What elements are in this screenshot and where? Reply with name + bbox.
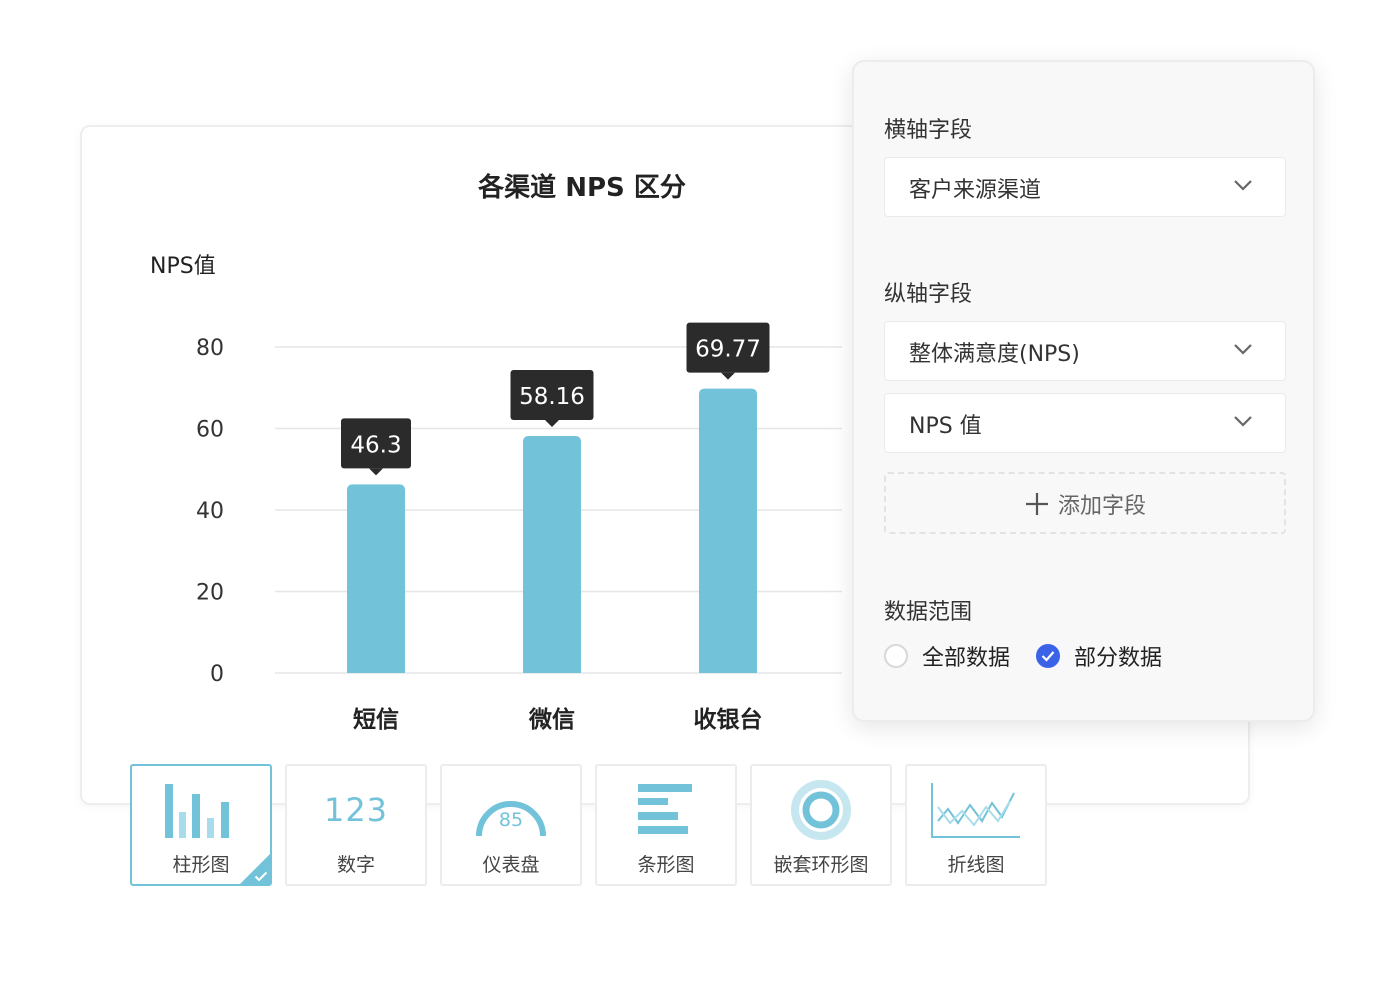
x-tick-label: 收银台 bbox=[694, 706, 763, 733]
check-icon bbox=[254, 871, 268, 882]
number-icon: 123 bbox=[323, 791, 389, 829]
radio-all-data-label: 全部数据 bbox=[922, 646, 1011, 671]
radio-partial-data[interactable]: 部分数据 bbox=[1036, 640, 1162, 672]
plus-icon bbox=[1025, 493, 1048, 515]
x-tick-label: 短信 bbox=[353, 706, 399, 733]
chart-type-label: 数字 bbox=[336, 854, 375, 876]
bar bbox=[699, 388, 757, 673]
chart-type-label: 条形图 bbox=[637, 854, 695, 876]
nested-ring-icon bbox=[791, 780, 851, 840]
check-icon bbox=[1041, 651, 1055, 662]
gauge-icon: 85 bbox=[476, 801, 546, 837]
chevron-down-icon bbox=[1234, 180, 1252, 191]
add-field-label: 添加字段 bbox=[1057, 494, 1146, 519]
chart-type-label: 折线图 bbox=[947, 854, 1005, 876]
x-tick-label: 微信 bbox=[528, 706, 575, 733]
value-label-pointer bbox=[721, 372, 735, 380]
y-field-select-1[interactable]: 整体满意度(NPS) bbox=[884, 321, 1286, 381]
data-range-radio-group: 全部数据 部分数据 bbox=[884, 640, 1188, 672]
bar bbox=[347, 484, 405, 673]
radio-circle-checked bbox=[1036, 644, 1061, 668]
chart-type-label: 嵌套环形图 bbox=[773, 854, 869, 876]
chart-type-gauge[interactable]: 85 仪表盘 bbox=[440, 764, 582, 886]
y-field-value-2: NPS 值 bbox=[909, 414, 982, 439]
radio-circle bbox=[884, 644, 908, 668]
bar bbox=[523, 435, 581, 673]
radio-partial-data-label: 部分数据 bbox=[1074, 646, 1163, 671]
data-range-label: 数据范围 bbox=[884, 600, 973, 625]
chart-type-bar[interactable]: 柱形图 bbox=[130, 764, 272, 886]
value-label-pointer bbox=[369, 468, 383, 476]
radio-all-data[interactable]: 全部数据 bbox=[884, 640, 1010, 672]
y-tick-label: 0 bbox=[210, 662, 224, 687]
y-axis-label: NPS值 bbox=[150, 254, 216, 279]
chart-type-number[interactable]: 123 数字 bbox=[285, 764, 427, 886]
y-tick-label: 60 bbox=[196, 418, 224, 443]
y-tick-label: 20 bbox=[196, 581, 224, 606]
value-label: 58.16 bbox=[519, 384, 585, 410]
y-field-value-1: 整体满意度(NPS) bbox=[909, 342, 1080, 367]
y-tick-label: 40 bbox=[196, 499, 224, 524]
chevron-down-icon bbox=[1234, 344, 1252, 355]
x-field-select[interactable]: 客户来源渠道 bbox=[884, 157, 1286, 217]
chart-type-horizontal-bar[interactable]: 条形图 bbox=[595, 764, 737, 886]
field-settings-panel: 横轴字段 客户来源渠道 纵轴字段 整体满意度(NPS) NPS 值 添加字段 数… bbox=[852, 60, 1315, 722]
chart-type-nested-ring[interactable]: 嵌套环形图 bbox=[750, 764, 892, 886]
line-chart-icon bbox=[931, 783, 1020, 838]
value-label: 69.77 bbox=[695, 337, 761, 363]
x-field-value: 客户来源渠道 bbox=[909, 178, 1042, 203]
value-label-pointer bbox=[545, 419, 559, 427]
bar-chart-icon bbox=[165, 784, 229, 838]
y-axis-label: 纵轴字段 bbox=[884, 282, 973, 307]
x-axis-label: 横轴字段 bbox=[884, 118, 973, 143]
horizontal-bar-icon bbox=[638, 784, 692, 834]
chart-type-label: 仪表盘 bbox=[482, 854, 540, 876]
y-tick-label: 80 bbox=[196, 336, 224, 361]
chart-type-line[interactable]: 折线图 bbox=[905, 764, 1047, 886]
chevron-down-icon bbox=[1234, 416, 1252, 427]
add-field-button[interactable]: 添加字段 bbox=[884, 472, 1286, 534]
y-field-select-2[interactable]: NPS 值 bbox=[884, 393, 1286, 453]
value-label: 46.3 bbox=[350, 432, 401, 458]
gauge-icon-value: 85 bbox=[499, 809, 523, 831]
